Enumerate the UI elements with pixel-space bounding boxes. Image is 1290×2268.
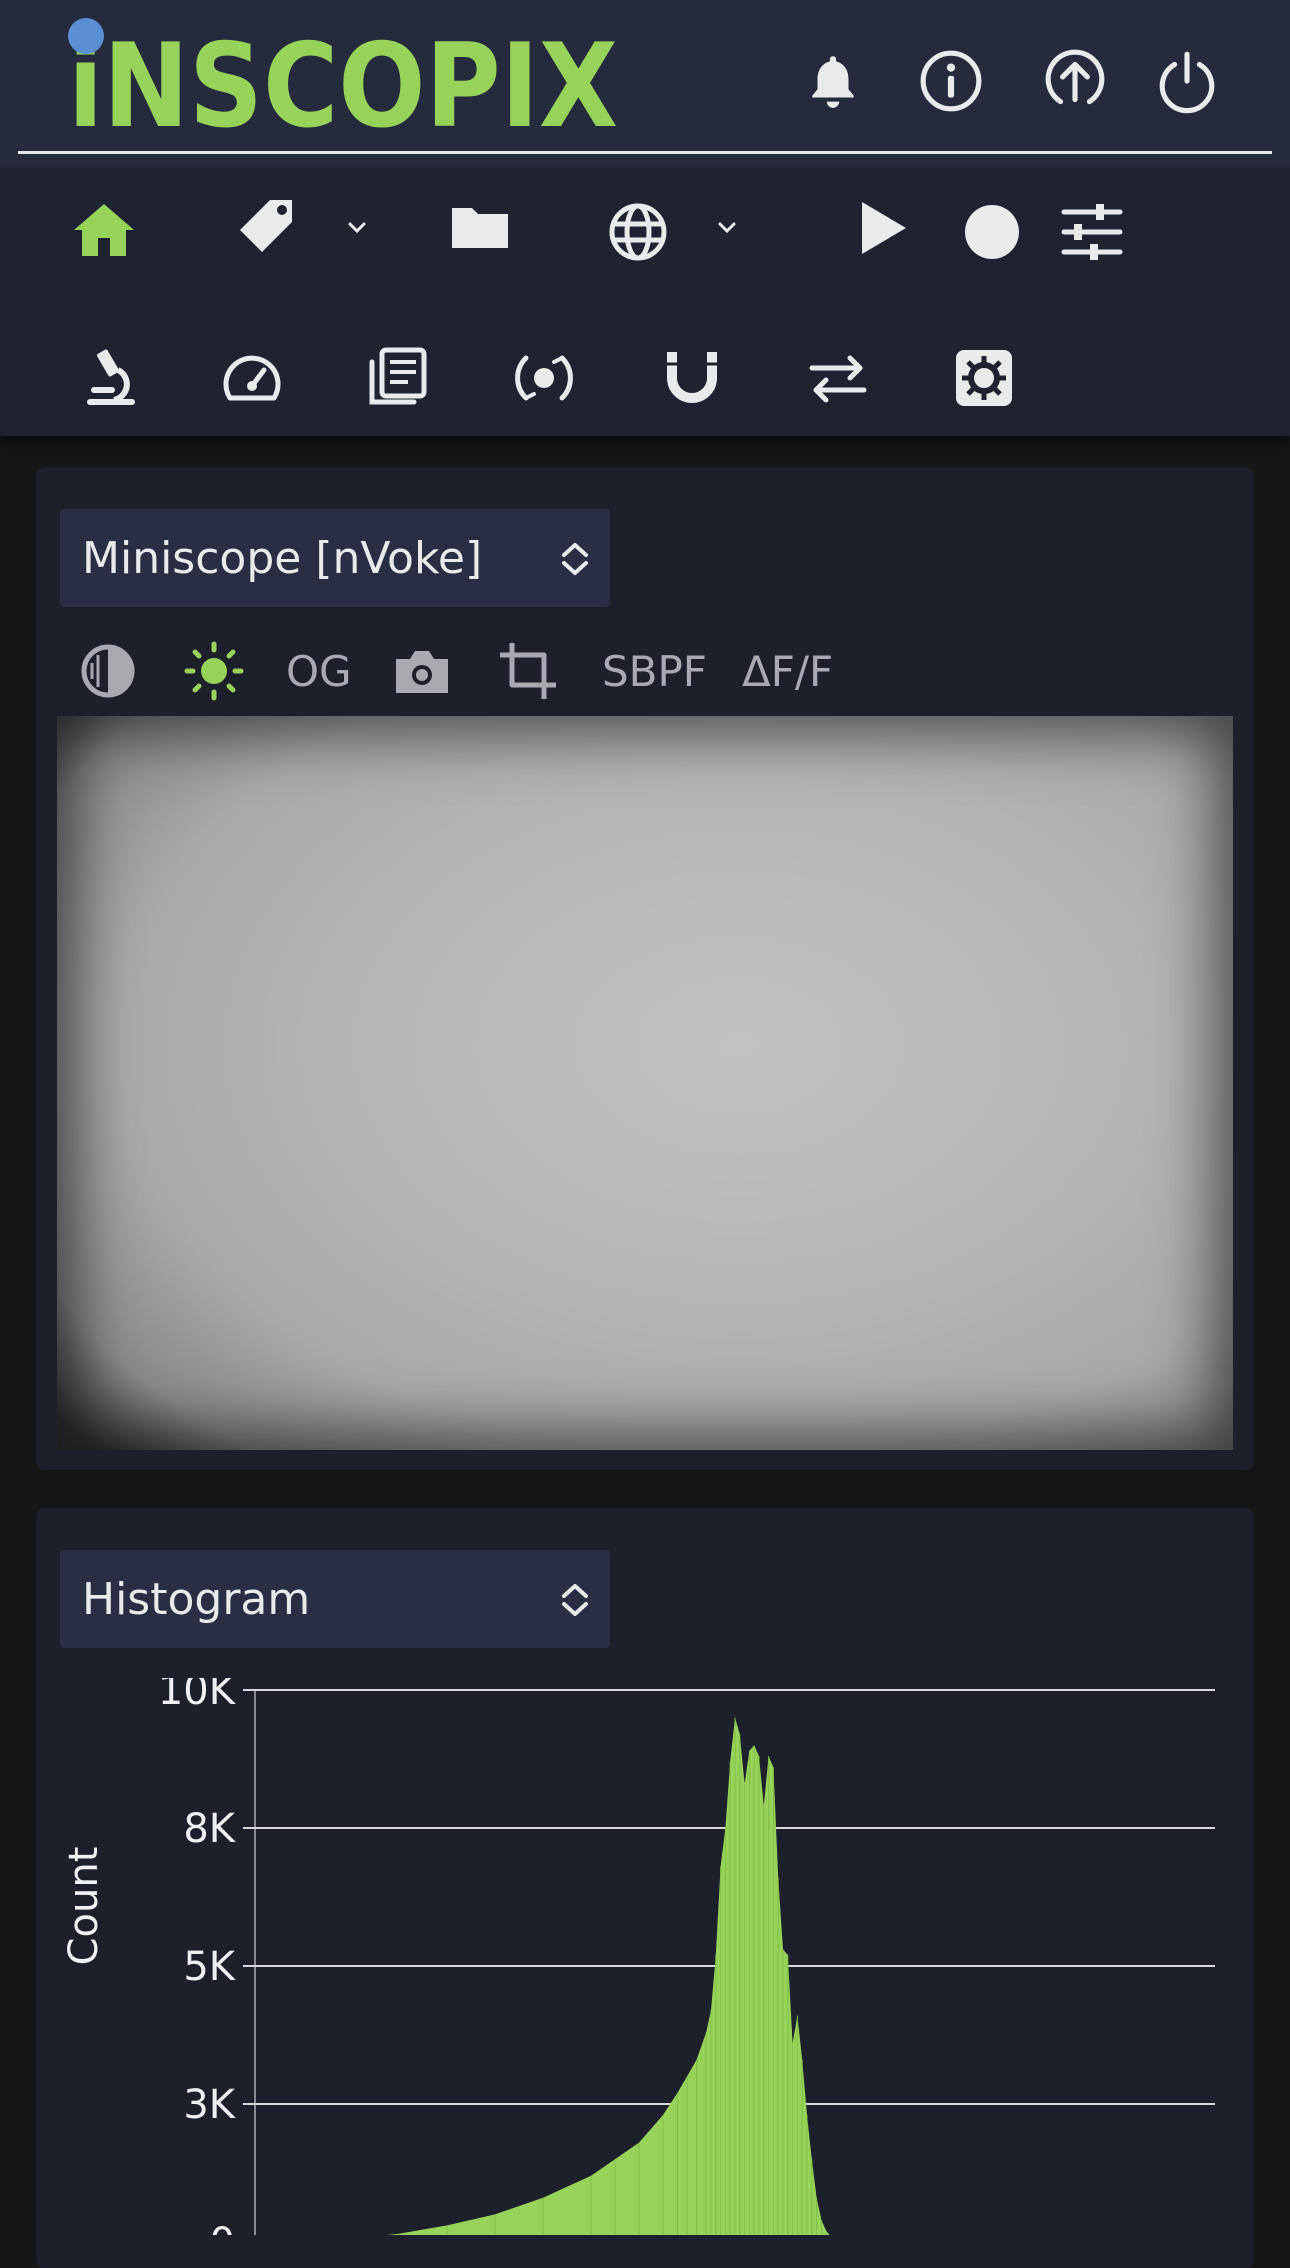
- histogram-select[interactable]: Histogram: [60, 1550, 610, 1648]
- sliders-icon[interactable]: [1060, 200, 1124, 264]
- documents-icon[interactable]: [366, 346, 430, 410]
- contrast-icon[interactable]: [78, 636, 138, 706]
- app-header: iNSCOPIX: [0, 0, 1290, 168]
- broadcast-icon[interactable]: [512, 346, 576, 410]
- bell-icon[interactable]: [800, 48, 866, 114]
- select-arrows-icon: [562, 1584, 588, 1616]
- info-icon[interactable]: [918, 48, 984, 114]
- dff-toggle[interactable]: ΔF/F: [742, 636, 833, 706]
- chevron-down-icon[interactable]: [346, 220, 368, 236]
- y-tick-label: 5K: [183, 1944, 236, 1990]
- histogram-svg: 10K 8K 5K 3K 0 Count: [61, 1678, 1215, 2235]
- folder-icon[interactable]: [448, 196, 512, 260]
- logo-text: iNSCOPIX: [68, 19, 618, 144]
- histogram-area: [386, 1717, 830, 2235]
- magnet-icon[interactable]: [660, 346, 724, 410]
- microscope-icon[interactable]: [78, 346, 142, 410]
- og-toggle[interactable]: OG: [286, 636, 352, 706]
- upload-icon[interactable]: [1042, 48, 1108, 114]
- camera-source-select[interactable]: Miniscope [nVoke]: [60, 509, 610, 607]
- histogram-chart: 10K 8K 5K 3K 0 Count: [57, 1678, 1233, 2235]
- crop-icon[interactable]: [498, 636, 558, 706]
- brightness-icon[interactable]: [184, 636, 244, 706]
- header-divider: [18, 151, 1272, 154]
- y-tick-label: 10K: [158, 1678, 237, 1714]
- power-icon[interactable]: [1154, 48, 1220, 114]
- record-icon[interactable]: [960, 200, 1024, 264]
- inscopix-logo: iNSCOPIX: [68, 18, 618, 144]
- y-tick-label: 3K: [183, 2082, 236, 2128]
- swap-icon[interactable]: [806, 346, 870, 410]
- y-tick-label: 0: [210, 2220, 235, 2235]
- play-icon[interactable]: [850, 196, 914, 260]
- camera-icon[interactable]: [392, 636, 452, 706]
- sbpf-toggle[interactable]: SBPF: [602, 636, 707, 706]
- globe-icon[interactable]: [606, 200, 670, 264]
- chevron-down-icon[interactable]: [716, 220, 738, 236]
- home-icon[interactable]: [72, 198, 136, 262]
- tag-icon[interactable]: [236, 194, 300, 258]
- settings-icon[interactable]: [952, 346, 1016, 410]
- select-arrows-icon: [562, 543, 588, 575]
- y-tick-label: 8K: [183, 1806, 236, 1852]
- y-axis-title: Count: [61, 1847, 107, 1966]
- histogram-select-label: Histogram: [82, 1573, 311, 1625]
- camera-source-label: Miniscope [nVoke]: [82, 532, 483, 584]
- main-toolbar: [0, 168, 1290, 436]
- camera-frame[interactable]: [57, 716, 1233, 1450]
- gauge-icon[interactable]: [220, 346, 284, 410]
